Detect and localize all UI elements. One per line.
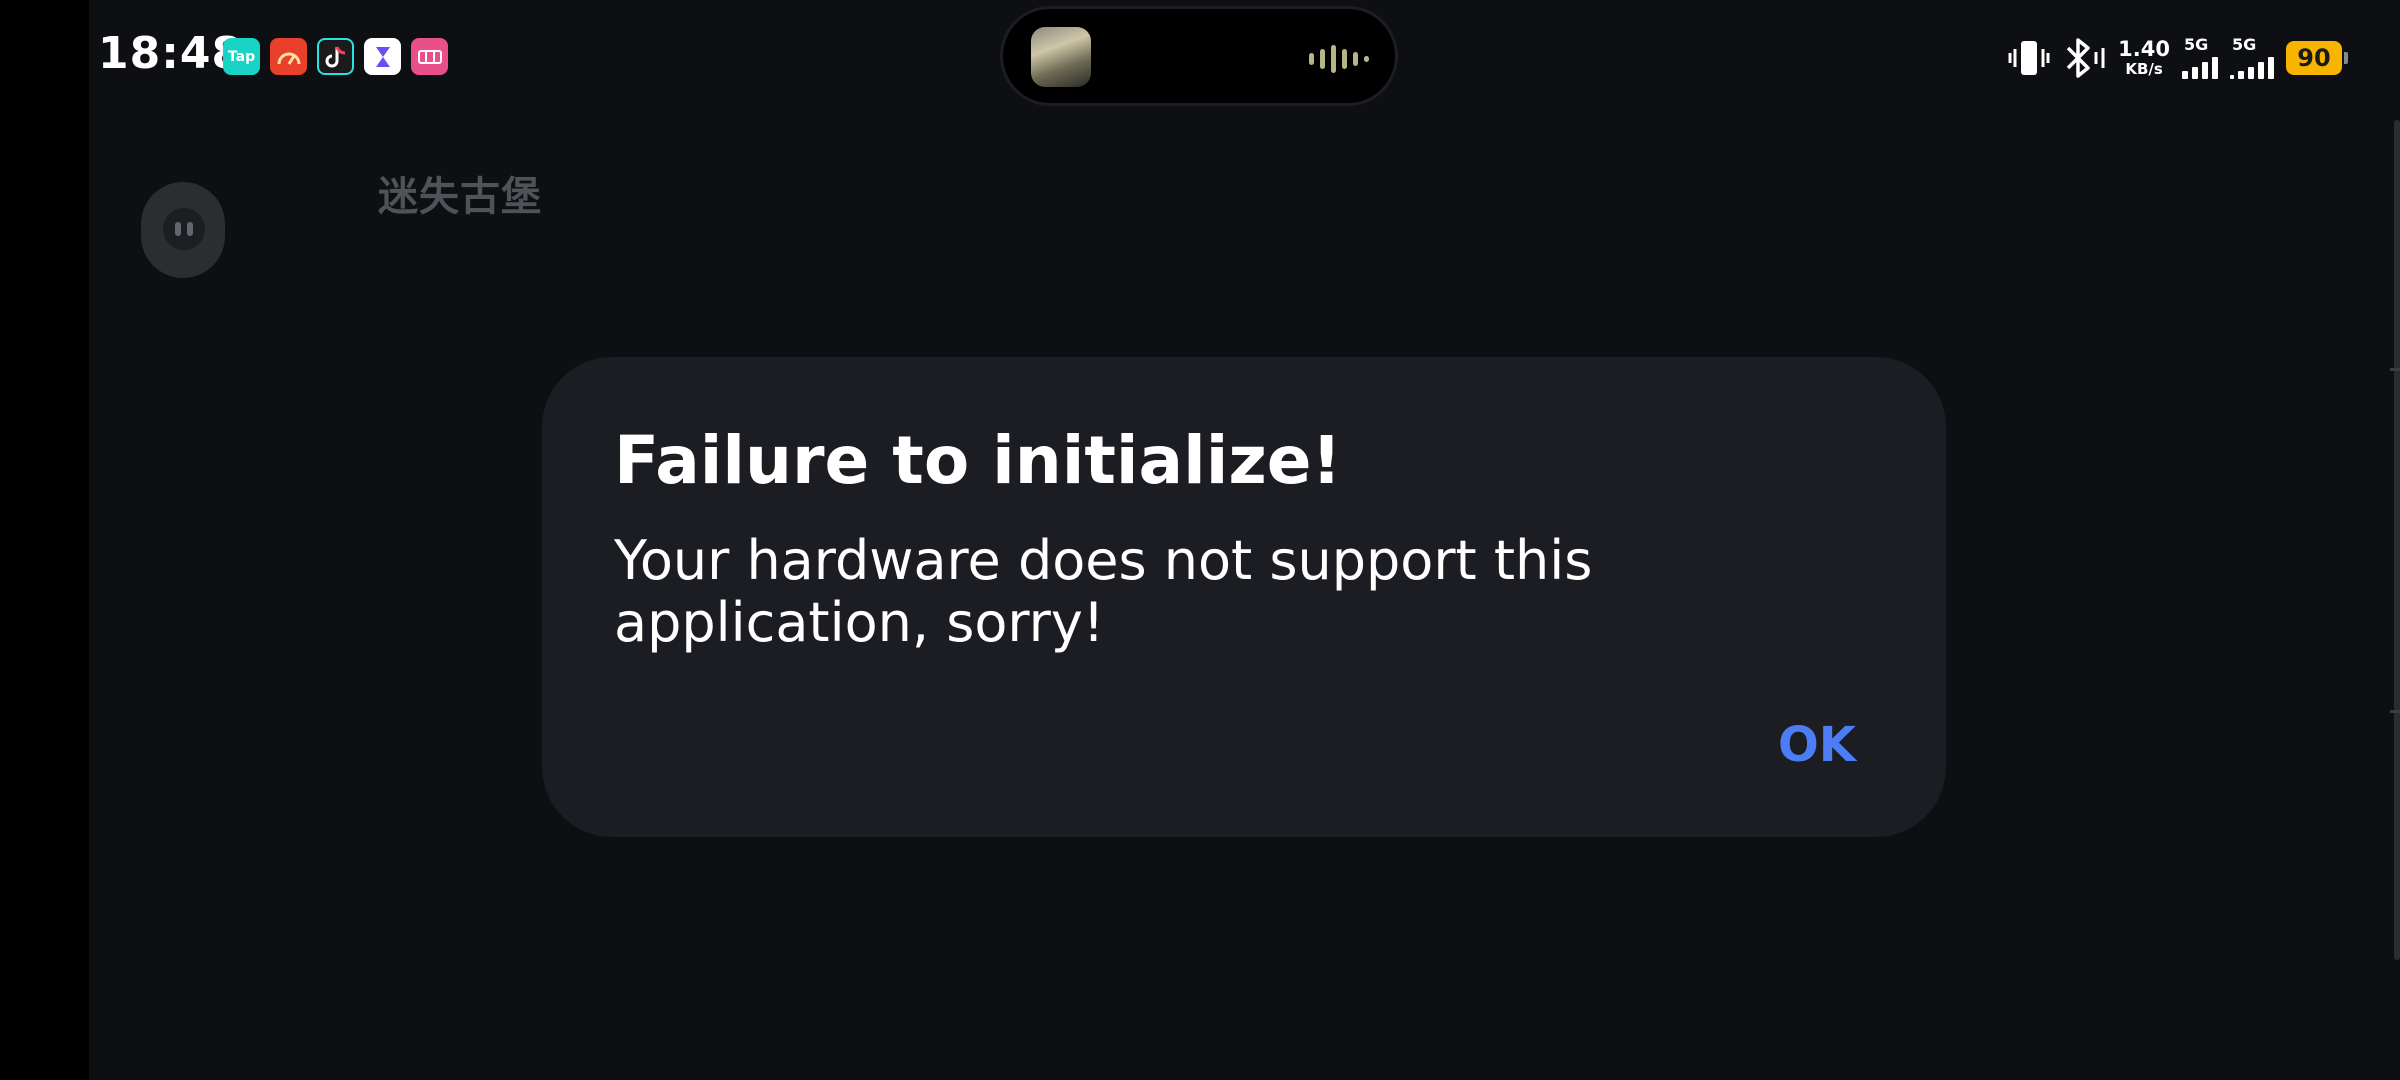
battery-icon: 90 bbox=[2286, 41, 2348, 75]
phone-screen: 迷失古堡 18:48 Tap 1.40 KB/s 5G 5G 90 Failur… bbox=[0, 0, 2400, 1080]
signal-2-label: 5G bbox=[2232, 35, 2257, 54]
pink-app-icon bbox=[411, 38, 448, 75]
battery-level: 90 bbox=[2297, 44, 2331, 72]
hourglass-icon bbox=[364, 38, 401, 75]
dialog-title: Failure to initialize! bbox=[614, 422, 1342, 499]
dynamic-island[interactable] bbox=[1000, 6, 1398, 106]
taptap-label: Tap bbox=[227, 48, 256, 65]
bluetooth-icon bbox=[2066, 38, 2105, 78]
signal-strength-2-icon: 5G bbox=[2230, 35, 2274, 79]
scroll-tick bbox=[2390, 710, 2400, 713]
assistant-eye-right bbox=[187, 222, 193, 236]
game-thumbnail bbox=[1031, 27, 1091, 87]
audio-wave-icon bbox=[1309, 45, 1369, 73]
notification-icons: Tap bbox=[223, 38, 448, 75]
scroll-tick bbox=[2390, 368, 2400, 371]
network-speed-value: 1.40 bbox=[2118, 37, 2170, 61]
taptap-icon: Tap bbox=[223, 38, 260, 75]
floating-assistant-icon[interactable] bbox=[141, 182, 225, 278]
tiktok-icon bbox=[317, 38, 354, 75]
status-time: 18:48 bbox=[98, 28, 244, 79]
signal-strength-1-icon: 5G bbox=[2182, 35, 2218, 79]
vibrate-icon bbox=[2008, 41, 2050, 75]
network-speed: 1.40 KB/s bbox=[2118, 39, 2170, 77]
speedometer-icon bbox=[270, 38, 307, 75]
network-speed-unit: KB/s bbox=[2125, 60, 2163, 78]
signal-1-label: 5G bbox=[2184, 35, 2209, 54]
dialog-message: Your hardware does not support this appl… bbox=[614, 529, 1593, 654]
assistant-eye-left bbox=[175, 222, 181, 236]
status-icons: 1.40 KB/s 5G 5G 90 bbox=[2008, 35, 2348, 80]
scrollbar[interactable] bbox=[2394, 120, 2400, 960]
error-dialog: Failure to initialize! Your hardware doe… bbox=[542, 357, 1946, 837]
assistant-face bbox=[163, 208, 205, 250]
background-app-title: 迷失古堡 bbox=[378, 174, 542, 220]
ok-button[interactable]: OK bbox=[1778, 717, 1856, 773]
